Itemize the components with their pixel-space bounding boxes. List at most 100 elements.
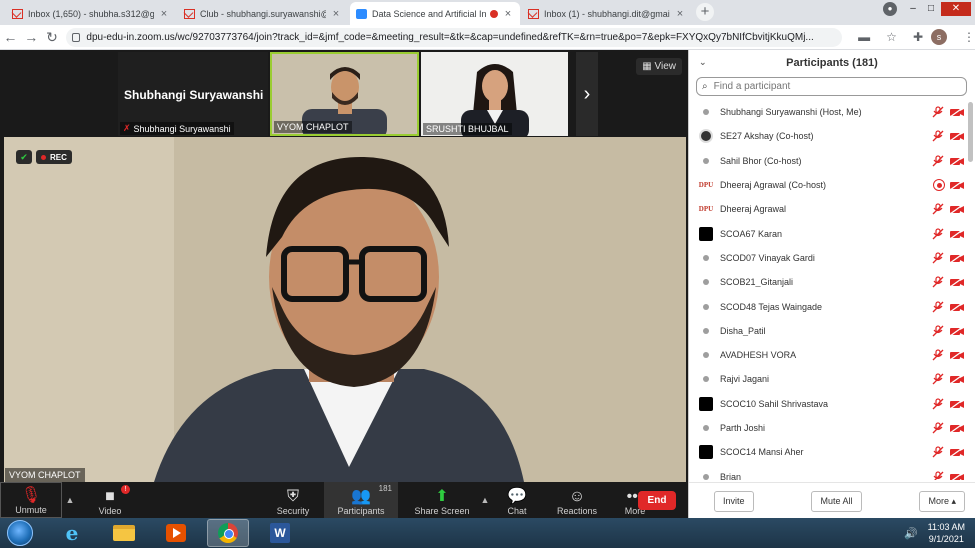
url-text: dpu-edu-in.zoom.us/wc/92703773764/join?t… <box>86 31 814 43</box>
panel-more-button[interactable]: More ▴ <box>919 491 965 512</box>
participant-row[interactable]: SCOA67 Karan <box>689 221 967 245</box>
taskbar-chrome[interactable] <box>207 519 249 547</box>
participant-video-tile[interactable]: SRUSHTI BHUJBAL <box>421 52 568 136</box>
participant-name: Parth Joshi <box>720 423 766 433</box>
maximize-icon[interactable]: □ <box>923 2 939 16</box>
participant-row[interactable]: AVADHESH VORA <box>689 343 967 367</box>
security-button[interactable]: ⛨ Security <box>262 482 324 518</box>
participants-button[interactable]: 👥 181 Participants <box>324 482 398 518</box>
mic-muted-icon <box>931 106 945 118</box>
browser-tab-active[interactable]: Data Science and Artificial In × <box>350 2 520 25</box>
security-label: Security <box>276 506 310 516</box>
profile-avatar[interactable]: s <box>931 29 947 45</box>
self-video-tile[interactable]: Shubhangi Suryawanshi ✗ Shubhangi Suryaw… <box>118 52 268 136</box>
audio-options-caret-icon[interactable]: ▲ <box>62 482 78 518</box>
participant-status-icons <box>931 106 965 118</box>
minimize-icon[interactable]: – <box>905 2 921 16</box>
browser-tab[interactable]: Inbox (1) - shubhangi.dit@gmail × <box>522 2 692 25</box>
share-screen-button[interactable]: ⬆ Share Screen <box>412 482 472 518</box>
chat-button[interactable]: 💬 Chat <box>498 482 536 518</box>
participant-row[interactable]: Shubhangi Suryawanshi (Host, Me) <box>689 100 967 124</box>
participant-row[interactable]: Brian <box>689 464 967 480</box>
camera-blocked-icon[interactable]: ▬ <box>858 30 870 44</box>
reactions-button[interactable]: ☺ Reactions <box>548 482 606 518</box>
participant-name: Disha_Patil <box>720 325 766 336</box>
tab-close-icon[interactable]: × <box>158 8 170 20</box>
search-icon: ⌕ <box>702 81 708 92</box>
panel-scrollbar[interactable] <box>967 100 974 480</box>
participant-row[interactable]: SCOD48 Tejas Waingade <box>689 294 967 318</box>
participant-video-tile[interactable]: VYOM CHAPLOT <box>270 52 419 136</box>
participants-label: Participants <box>337 506 385 516</box>
participant-row[interactable]: SCOB21_Gitanjali <box>689 270 967 294</box>
browser-toolbar: ← → ↻ dpu-edu-in.zoom.us/wc/92703773764/… <box>0 25 975 50</box>
tab-close-icon[interactable]: × <box>330 8 342 20</box>
mic-muted-icon <box>931 276 945 288</box>
participant-row[interactable]: SCOC10 Sahil Shrivastava <box>689 392 967 416</box>
collapse-chevron-icon[interactable]: ⌄ <box>699 57 707 68</box>
view-button[interactable]: ▦ View <box>636 58 682 75</box>
taskbar-media-player[interactable] <box>155 519 197 547</box>
tab-close-icon[interactable]: × <box>502 8 514 20</box>
next-page-chevron-icon[interactable]: › <box>576 52 598 136</box>
clock-time: 11:03 AM <box>927 522 965 532</box>
reload-icon[interactable]: ↻ <box>42 29 63 46</box>
participant-name: Dheeraj Agrawal <box>720 204 787 215</box>
new-tab-button[interactable]: + <box>696 3 714 21</box>
tab-close-icon[interactable]: × <box>674 8 686 20</box>
rec-indicator: REC <box>36 150 72 164</box>
participant-status-icons <box>931 300 965 313</box>
participant-row[interactable]: SCOC14 Mansi Aher <box>689 440 967 464</box>
browser-tab[interactable]: Club - shubhangi.suryawanshi@ × <box>178 2 348 25</box>
invite-button[interactable]: Invite <box>714 491 754 512</box>
browser-tab-strip: Inbox (1,650) - shubha.s312@gm × Club - … <box>0 0 975 25</box>
zoom-icon <box>356 8 367 19</box>
menu-icon[interactable]: ⋮ <box>963 30 975 44</box>
participant-name: Rajvi Jagani <box>720 374 770 385</box>
star-icon[interactable]: ☆ <box>886 30 897 44</box>
participant-row[interactable]: Parth Joshi <box>689 416 967 440</box>
gmail-icon <box>12 8 23 19</box>
tab-title: Inbox (1) - shubhangi.dit@gmail <box>544 8 670 19</box>
participant-status-icons <box>931 470 965 480</box>
address-bar[interactable]: dpu-edu-in.zoom.us/wc/92703773764/join?t… <box>66 27 843 47</box>
video-off-icon <box>949 179 965 191</box>
start-button[interactable] <box>7 520 33 546</box>
taskbar-file-explorer[interactable] <box>103 519 145 547</box>
window-close-icon[interactable]: ✕ <box>941 2 971 16</box>
participant-row[interactable]: DPU Dheeraj Agrawal (Co-host) <box>689 173 967 197</box>
profile-icon[interactable]: ● <box>883 2 897 16</box>
participant-search[interactable]: ⌕ <box>696 77 967 96</box>
participant-avatar: DPU <box>698 181 714 190</box>
internet-explorer-icon: e <box>65 521 79 545</box>
participant-row[interactable]: DPU Dheeraj Agrawal <box>689 197 967 221</box>
participant-row[interactable]: Sahil Bhor (Co-host) <box>689 149 967 173</box>
participant-row[interactable]: Rajvi Jagani <box>689 367 967 391</box>
active-speaker-video[interactable]: ✔ REC VYOM CHAPLOT <box>4 137 686 482</box>
participant-search-input[interactable] <box>713 81 954 92</box>
forward-icon[interactable]: → <box>21 29 42 45</box>
clock[interactable]: 11:03 AM 9/1/2021 <box>928 521 965 545</box>
taskbar-word[interactable]: W <box>259 519 301 547</box>
participant-row[interactable]: Disha_Patil <box>689 319 967 343</box>
chat-bubble-icon: 💬 <box>507 488 527 505</box>
mute-all-button[interactable]: Mute All <box>811 491 862 512</box>
speaker-name-label: VYOM CHAPLOT <box>5 468 85 482</box>
browser-tab[interactable]: Inbox (1,650) - shubha.s312@gm × <box>6 2 176 25</box>
video-button[interactable]: ■ ! Video <box>78 482 142 518</box>
participant-name: Dheeraj Agrawal (Co-host) <box>720 180 827 191</box>
back-icon[interactable]: ← <box>0 29 21 45</box>
taskbar-internet-explorer[interactable]: e <box>51 519 93 547</box>
volume-icon[interactable]: 🔊 <box>904 527 918 540</box>
panel-title: Participants (181) <box>786 56 878 69</box>
unmute-button[interactable]: 🎙 Unmute <box>0 482 62 518</box>
participant-row[interactable]: SE27 Akshay (Co-host) <box>689 124 967 148</box>
panel-footer: Invite Mute All More ▴ <box>689 482 975 520</box>
participant-row[interactable]: SCOD07 Vinayak Gardi <box>689 246 967 270</box>
share-options-caret-icon[interactable]: ▲ <box>472 482 498 518</box>
participant-status-icons <box>931 130 965 142</box>
end-meeting-button[interactable]: End <box>638 491 676 510</box>
share-screen-icon: ⬆ <box>435 488 449 505</box>
video-off-icon <box>949 203 965 215</box>
extensions-icon[interactable]: ✚ <box>913 30 923 44</box>
